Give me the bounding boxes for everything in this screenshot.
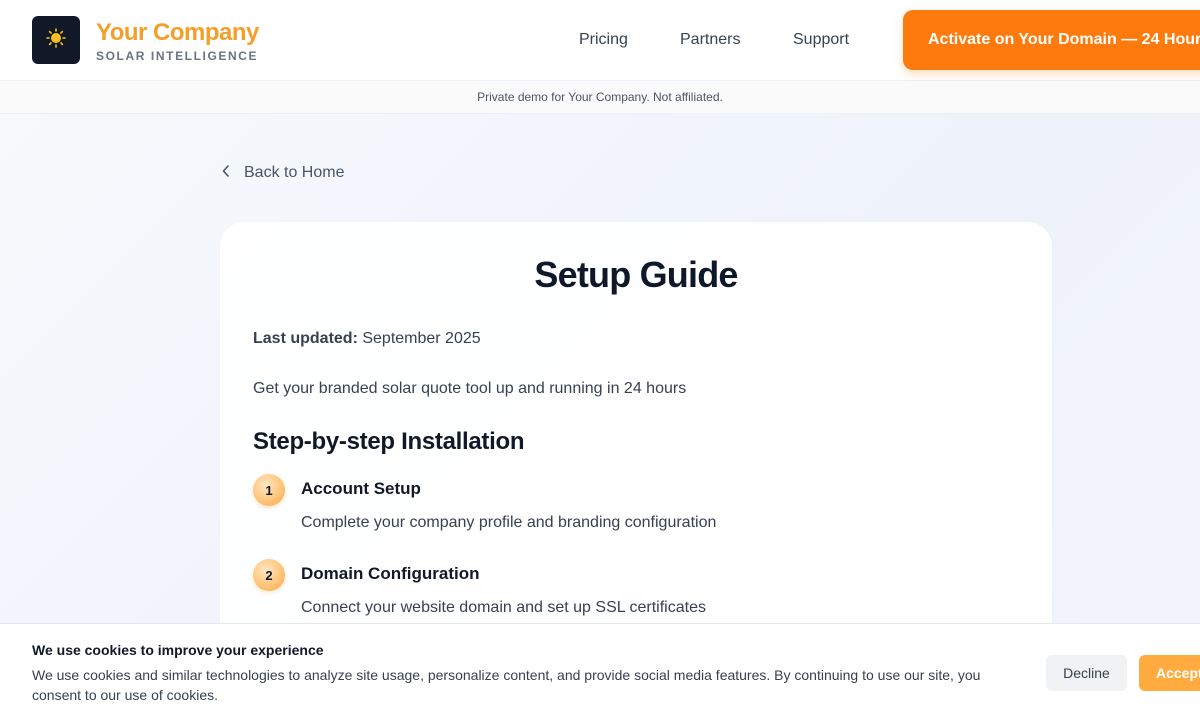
page-title: Setup Guide [534,254,738,295]
nav-support[interactable]: Support [793,31,849,49]
logo[interactable] [32,16,80,64]
step-description: Connect your website domain and set up S… [301,599,706,616]
step-title: Domain Configuration [301,564,480,583]
cookie-banner: We use cookies to improve your experienc… [0,623,1200,720]
step-title: Account Setup [301,479,421,498]
section-title: Step-by-step Installation [253,428,525,455]
sun-icon [46,27,66,53]
nav-partners[interactable]: Partners [680,31,740,49]
last-updated: Last updated: September 2025 [253,330,481,348]
last-updated-value: September 2025 [362,330,481,347]
step-number-badge: 1 [253,474,285,506]
brand-tagline: SOLAR INTELLIGENCE [96,49,259,63]
cookie-text: We use cookies and similar technologies … [32,667,981,703]
intro-text: Get your branded solar quote tool up and… [253,380,687,397]
back-link-label: Back to Home [244,164,345,181]
step-description: Complete your company profile and brandi… [301,514,717,531]
cookie-title: We use cookies to improve your experienc… [32,642,324,658]
decline-button[interactable]: Decline [1046,655,1127,691]
last-updated-label: Last updated: [253,330,358,347]
activate-domain-button[interactable]: Activate on Your Domain — 24 Hours [903,10,1200,70]
nav-pricing[interactable]: Pricing [579,31,628,49]
chevron-left-icon [222,164,244,182]
disclaimer-text: Private demo for Your Company. Not affil… [477,90,723,104]
step-number-badge: 2 [253,559,285,591]
disclaimer-bar: Private demo for Your Company. Not affil… [0,81,1200,114]
brand-name[interactable]: Your Company [96,19,259,47]
site-header: Your Company SOLAR INTELLIGENCE Pricing … [0,0,1200,81]
accept-button[interactable]: Accept [1139,655,1200,691]
back-to-home-link[interactable]: Back to Home [222,164,344,182]
